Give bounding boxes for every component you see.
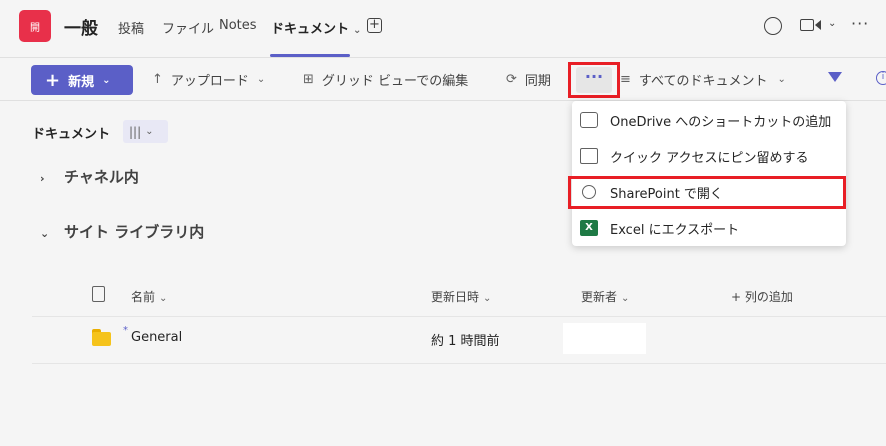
chevron-down-icon: ⌄ bbox=[777, 74, 786, 85]
menu-item-pin[interactable]: クイック アクセスにピン留めする bbox=[572, 138, 846, 174]
library-view-switch[interactable]: ||| ⌄ bbox=[123, 120, 168, 143]
column-header-modified[interactable]: 更新日時 ⌄ bbox=[431, 288, 491, 305]
tab-documents[interactable]: ドキュメント ⌄ bbox=[271, 18, 361, 37]
ellipsis-icon: ··· bbox=[576, 67, 612, 93]
channel-header: 開 一般 投稿 ファイル Notes ドキュメント ⌄ + ⌄ ··· bbox=[0, 0, 886, 58]
row-name[interactable]: General bbox=[131, 330, 182, 345]
column-header-name[interactable]: 名前 ⌄ bbox=[131, 288, 167, 305]
new-item-icon: ⁎ bbox=[123, 322, 128, 333]
plus-icon: + bbox=[45, 69, 61, 91]
chevron-down-icon: ⌄ bbox=[40, 227, 50, 240]
chevron-down-icon: ⌄ bbox=[483, 293, 492, 304]
video-call-icon[interactable] bbox=[800, 19, 814, 31]
chevron-down-icon: ⌄ bbox=[159, 293, 168, 304]
group-in-channel[interactable]: › チャネル内 bbox=[40, 166, 139, 187]
tab-notes[interactable]: Notes bbox=[219, 18, 257, 33]
column-header-modified-by-label: 更新者 bbox=[581, 290, 618, 304]
highlight-annotation bbox=[568, 176, 846, 209]
sync-label: 同期 bbox=[524, 74, 551, 89]
chat-icon[interactable] bbox=[764, 17, 782, 35]
chevron-down-icon: ⌄ bbox=[102, 74, 111, 86]
column-header-name-label: 名前 bbox=[131, 290, 156, 304]
view-label: すべてのドキュメント bbox=[638, 74, 768, 89]
new-button-label: 新規 bbox=[68, 74, 95, 90]
menu-item-label: クイック アクセスにピン留めする bbox=[610, 150, 809, 166]
sync-icon: ⟳ bbox=[506, 72, 517, 87]
tab-documents-label: ドキュメント bbox=[271, 22, 350, 37]
info-icon[interactable]: i bbox=[876, 71, 886, 85]
upload-icon: ↑ bbox=[152, 72, 163, 87]
group-label: サイト ライブラリ内 bbox=[64, 223, 205, 241]
group-site-library[interactable]: ⌄ サイト ライブラリ内 bbox=[40, 221, 204, 242]
chevron-down-icon: ⌄ bbox=[353, 25, 362, 36]
grid-icon: ⊞ bbox=[303, 72, 314, 87]
chevron-down-icon[interactable]: ⌄ bbox=[828, 18, 836, 29]
file-type-icon bbox=[92, 286, 105, 302]
grid-edit-button[interactable]: ⊞ グリッド ビューでの編集 bbox=[303, 70, 468, 89]
more-actions-menu: OneDrive へのショートカットの追加 クイック アクセスにピン留めする S… bbox=[572, 101, 846, 246]
sync-button[interactable]: ⟳ 同期 bbox=[506, 70, 551, 89]
shortcut-icon bbox=[580, 112, 598, 128]
breadcrumb: ドキュメント bbox=[32, 127, 111, 142]
list-view-icon: ≡ bbox=[620, 72, 631, 87]
menu-item-add-shortcut[interactable]: OneDrive へのショートカットの追加 bbox=[572, 102, 846, 138]
row-modified: 約 1 時間前 bbox=[431, 334, 500, 349]
view-selector[interactable]: ≡ すべてのドキュメント ⌄ bbox=[620, 70, 786, 89]
add-tab-icon[interactable]: + bbox=[367, 18, 382, 33]
more-actions-button[interactable]: ··· bbox=[568, 62, 620, 98]
channel-title: 一般 bbox=[64, 19, 98, 39]
grid-edit-label: グリッド ビューでの編集 bbox=[321, 74, 469, 89]
excel-icon: X bbox=[580, 220, 598, 236]
column-header-modified-label: 更新日時 bbox=[431, 290, 480, 304]
upload-button[interactable]: ↑ アップロード ⌄ bbox=[152, 70, 265, 89]
video-lens-icon bbox=[815, 20, 821, 30]
chevron-down-icon: ⌄ bbox=[621, 293, 630, 304]
command-bar: + 新規 ⌄ ↑ アップロード ⌄ ⊞ グリッド ビューでの編集 ⟳ 同期 ≡ すべてのドキュ… bbox=[0, 59, 886, 101]
more-options-icon[interactable]: ··· bbox=[851, 14, 869, 33]
tab-files[interactable]: ファイル bbox=[162, 18, 214, 37]
library-icon: ||| bbox=[129, 124, 142, 139]
new-button[interactable]: + 新規 ⌄ bbox=[31, 65, 133, 95]
team-avatar[interactable]: 開 bbox=[19, 10, 51, 42]
chevron-down-icon: ⌄ bbox=[145, 126, 154, 137]
redacted-modified-by bbox=[563, 323, 646, 354]
active-tab-indicator bbox=[270, 54, 350, 57]
group-label: チャネル内 bbox=[64, 168, 139, 186]
folder-icon bbox=[92, 332, 111, 346]
column-header-modified-by[interactable]: 更新者 ⌄ bbox=[581, 288, 629, 305]
menu-item-label: OneDrive へのショートカットの追加 bbox=[610, 114, 832, 130]
chevron-right-icon: › bbox=[40, 172, 45, 185]
filter-icon[interactable] bbox=[828, 72, 842, 82]
menu-item-label: Excel にエクスポート bbox=[610, 222, 740, 238]
add-column-button[interactable]: + 列の追加 bbox=[731, 288, 793, 305]
tab-posts[interactable]: 投稿 bbox=[118, 18, 144, 37]
team-avatar-text: 開 bbox=[30, 22, 40, 34]
pin-icon bbox=[580, 148, 598, 164]
menu-item-export-excel[interactable]: X Excel にエクスポート bbox=[572, 210, 846, 246]
upload-label: アップロード bbox=[170, 74, 249, 89]
chevron-down-icon: ⌄ bbox=[256, 74, 266, 85]
